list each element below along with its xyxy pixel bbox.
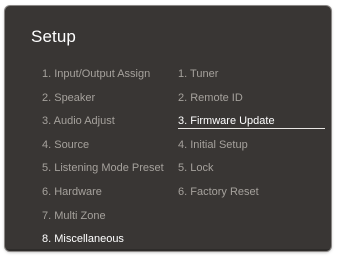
sub-menu-item-remote-id[interactable]: 2. Remote ID <box>178 90 328 114</box>
screen-title: Setup <box>31 27 76 46</box>
sub-menu-item-factory-reset[interactable]: 6. Factory Reset <box>178 184 328 208</box>
sub-menu-item-tuner[interactable]: 1. Tuner <box>178 66 328 90</box>
main-menu-item-audio-adjust[interactable]: 3. Audio Adjust <box>42 113 164 137</box>
main-menu-item-listening-mode-preset[interactable]: 5. Listening Mode Preset <box>42 160 164 184</box>
main-menu-item-source[interactable]: 4. Source <box>42 137 164 161</box>
main-menu-item-input-output-assign[interactable]: 1. Input/Output Assign <box>42 66 164 90</box>
setup-screen: Setup 1. Input/Output Assign 2. Speaker … <box>5 6 331 251</box>
main-menu-item-hardware[interactable]: 6. Hardware <box>42 184 164 208</box>
sub-menu: 1. Tuner 2. Remote ID 3. Firmware Update… <box>178 66 328 208</box>
sub-menu-item-initial-setup[interactable]: 4. Initial Setup <box>178 137 328 161</box>
panel-bottom-edge <box>5 249 331 251</box>
main-menu-item-multi-zone[interactable]: 7. Multi Zone <box>42 208 164 232</box>
sub-menu-item-lock[interactable]: 5. Lock <box>178 160 328 184</box>
main-menu: 1. Input/Output Assign 2. Speaker 3. Aud… <box>42 66 164 251</box>
selection-underline <box>178 128 325 129</box>
sub-menu-item-firmware-update[interactable]: 3. Firmware Update <box>178 113 328 137</box>
main-menu-item-speaker[interactable]: 2. Speaker <box>42 90 164 114</box>
